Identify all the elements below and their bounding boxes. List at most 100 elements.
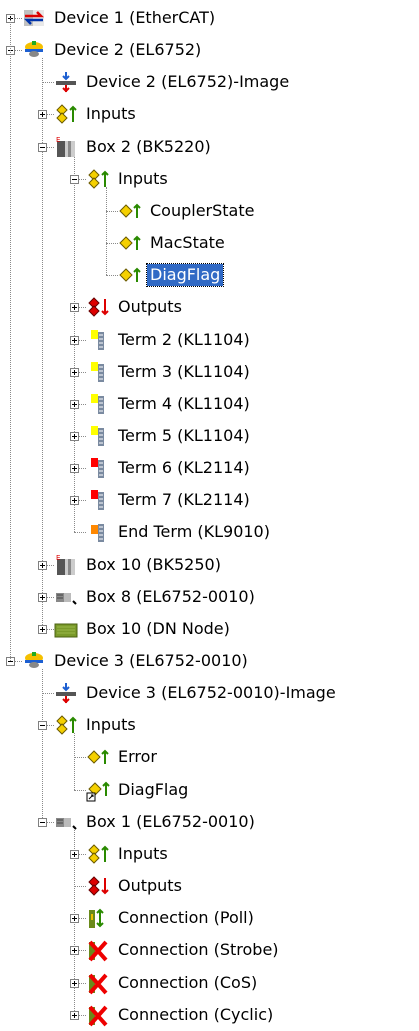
expand-toggle[interactable] [38,110,47,120]
expand-toggle[interactable] [70,464,79,474]
expand-toggle[interactable] [70,946,79,956]
tree-node-label[interactable]: Box 2 (BK5220) [83,136,214,158]
tree-node-label[interactable]: Term 7 (KL2114) [115,489,253,511]
tree-node[interactable]: Term 6 (KL2114) [86,455,253,481]
expand-toggle[interactable] [70,914,79,924]
tree-node[interactable]: Device 3 (EL6752-0010)-Image [54,680,339,706]
expand-toggle[interactable] [70,335,79,345]
tree-connector [106,210,118,212]
tree-node[interactable]: Connection (Strobe) [86,937,282,963]
tree-node-label[interactable]: Inputs [83,103,139,125]
tree-node[interactable]: E Box 10 (BK5250) [54,552,224,578]
tree-node[interactable]: Term 4 (KL1104) [86,391,253,417]
expand-toggle[interactable] [70,978,79,988]
tree-node[interactable]: CouplerState [118,198,257,224]
collapse-toggle[interactable] [38,142,47,152]
tree-node[interactable]: Term 7 (KL2114) [86,487,253,513]
tree-node[interactable]: Inputs [86,166,171,192]
tree-node[interactable]: Outputs [86,873,185,899]
connection-disabled-icon [86,1003,110,1027]
tree-node[interactable]: E Box 2 (BK5220) [54,134,214,160]
tree-node-label[interactable]: CouplerState [147,200,257,222]
tree-node-label[interactable]: Device 3 (EL6752-0010) [51,650,251,672]
tree-node-label[interactable]: Inputs [115,168,171,190]
tree-node[interactable]: Device 2 (EL6752)-Image [54,69,292,95]
collapse-toggle[interactable] [38,817,47,827]
tree-node[interactable]: DiagFlag [118,262,225,288]
expand-toggle[interactable] [70,1010,79,1020]
tree-node-label[interactable]: Term 5 (KL1104) [115,425,253,447]
terminal-yellow-icon [86,360,110,384]
tree-node-label[interactable]: Outputs [115,296,185,318]
expand-toggle[interactable] [70,496,79,506]
expand-toggle[interactable] [38,560,47,570]
tree-node-label[interactable]: Term 2 (KL1104) [115,329,253,351]
tree-node[interactable]: Connection (CoS) [86,970,260,996]
tree-node-label[interactable]: Term 4 (KL1104) [115,393,253,415]
tree-node[interactable]: Connection (Poll) [86,905,257,931]
expand-toggle[interactable] [70,303,79,313]
tree-node[interactable]: Inputs [86,841,171,867]
tree-node[interactable]: Outputs [86,294,185,320]
tree-node-label[interactable]: Error [115,746,160,768]
tree-node-label[interactable]: Connection (Strobe) [115,939,282,961]
tree-node[interactable]: Inputs [54,712,139,738]
expand-toggle[interactable] [38,592,47,602]
terminal-yellow-icon [86,424,110,448]
tree-node[interactable]: End Term (KL9010) [86,519,273,545]
tree-node[interactable]: Device 3 (EL6752-0010) [22,648,251,674]
tree-node-label[interactable]: Box 1 (EL6752-0010) [83,811,258,833]
tree-node-label[interactable]: Box 8 (EL6752-0010) [83,586,258,608]
device-tree[interactable]: Device 1 (EtherCAT) Device 2 (EL6752) Devi… [0,0,419,1028]
tree-node[interactable]: Box 8 (EL6752-0010) [54,584,258,610]
tree-node[interactable]: Box 1 (EL6752-0010) [54,809,258,835]
terminal-orange-icon [86,520,110,544]
tree-node-label[interactable]: Box 10 (DN Node) [83,618,233,640]
tree-connector [42,82,54,84]
tree-node-label[interactable]: Device 2 (EL6752) [51,39,204,61]
tree-node[interactable]: MacState [118,230,228,256]
tree-node[interactable]: Term 2 (KL1104) [86,327,253,353]
collapse-toggle[interactable] [70,174,79,184]
tree-node-label[interactable]: Outputs [115,875,185,897]
tree-node-label[interactable]: MacState [147,232,228,254]
tree-node-label[interactable]: Connection (CoS) [115,972,260,994]
expand-toggle[interactable] [70,431,79,441]
fieldbus-device-icon [22,649,46,673]
tree-node[interactable]: DiagFlag [86,777,191,803]
tree-node-label[interactable]: Device 2 (EL6752)-Image [83,71,292,93]
tree-node[interactable]: Term 3 (KL1104) [86,359,253,385]
input-variable-icon [118,263,142,287]
tree-node-label[interactable]: Term 6 (KL2114) [115,457,253,479]
tree-node[interactable]: Device 1 (EtherCAT) [22,5,218,31]
tree-connector [74,789,86,791]
tree-connector [106,275,118,277]
tree-node-label[interactable]: Device 3 (EL6752-0010)-Image [83,682,339,704]
tree-node-label[interactable]: DiagFlag [145,263,225,288]
tree-node-label[interactable]: DiagFlag [115,779,191,801]
expand-toggle[interactable] [70,399,79,409]
input-variable-icon [118,231,142,255]
terminal-yellow-icon [86,392,110,416]
tree-node[interactable]: Device 2 (EL6752) [22,37,204,63]
tree-node-label[interactable]: Connection (Poll) [115,907,257,929]
expand-toggle[interactable] [70,849,79,859]
collapse-toggle[interactable] [38,721,47,731]
tree-node-label[interactable]: End Term (KL9010) [115,521,273,543]
inputs-icon [54,102,78,126]
terminal-red-icon [86,488,110,512]
tree-node-label[interactable]: Term 3 (KL1104) [115,361,253,383]
expand-toggle[interactable] [70,367,79,377]
expand-toggle[interactable] [38,624,47,634]
tree-node-label[interactable]: Connection (Cyclic) [115,1004,276,1026]
process-image-icon [54,681,78,705]
tree-node-label[interactable]: Box 10 (BK5250) [83,554,224,576]
tree-node[interactable]: Term 5 (KL1104) [86,423,253,449]
tree-node-label[interactable]: Device 1 (EtherCAT) [51,7,218,29]
tree-node-label[interactable]: Inputs [115,843,171,865]
tree-node[interactable]: Connection (Cyclic) [86,1002,276,1028]
tree-node[interactable]: Inputs [54,101,139,127]
tree-node-label[interactable]: Inputs [83,714,139,736]
tree-node[interactable]: Error [86,744,160,770]
tree-node[interactable]: Box 10 (DN Node) [54,616,233,642]
